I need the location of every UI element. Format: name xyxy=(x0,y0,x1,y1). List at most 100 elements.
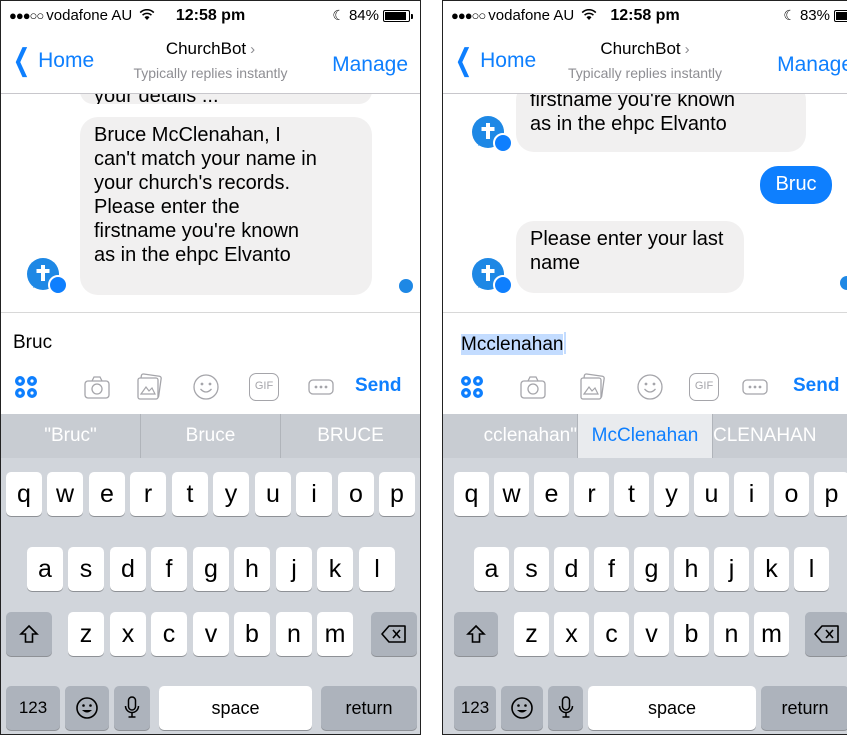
dictation-key[interactable] xyxy=(114,686,150,730)
message-input[interactable]: Bruc xyxy=(13,332,52,354)
key-w[interactable]: w xyxy=(47,472,83,516)
key-n[interactable]: n xyxy=(714,612,749,656)
key-y[interactable]: y xyxy=(213,472,249,516)
key-d[interactable]: d xyxy=(554,547,589,591)
key-i[interactable]: i xyxy=(734,472,769,516)
bot-avatar[interactable] xyxy=(472,116,513,153)
emoji-key[interactable] xyxy=(501,686,543,730)
gallery-icon[interactable] xyxy=(578,373,606,401)
more-icon[interactable] xyxy=(307,373,335,401)
key-a[interactable]: a xyxy=(474,547,509,591)
key-l[interactable]: l xyxy=(794,547,829,591)
key-d[interactable]: d xyxy=(110,547,146,591)
key-t[interactable]: t xyxy=(172,472,208,516)
prediction-item[interactable]: BRUCE xyxy=(280,414,420,458)
key-f[interactable]: f xyxy=(594,547,629,591)
return-key[interactable]: return xyxy=(761,686,847,730)
key-u[interactable]: u xyxy=(255,472,291,516)
prediction-item-selected[interactable]: McClenahan xyxy=(577,414,712,458)
key-l[interactable]: l xyxy=(359,547,395,591)
send-button[interactable]: Send xyxy=(793,375,839,397)
key-u[interactable]: u xyxy=(694,472,729,516)
message-list[interactable]: your details ... Bruce McClenahan, I can… xyxy=(1,94,420,312)
camera-icon[interactable] xyxy=(83,373,111,401)
space-key[interactable]: space xyxy=(159,686,312,730)
key-z[interactable]: z xyxy=(68,612,104,656)
key-s[interactable]: s xyxy=(514,547,549,591)
key-s[interactable]: s xyxy=(68,547,104,591)
bot-avatar[interactable] xyxy=(472,258,513,295)
key-k[interactable]: k xyxy=(317,547,353,591)
key-q[interactable]: q xyxy=(6,472,42,516)
bot-avatar[interactable] xyxy=(27,258,68,295)
prediction-item[interactable]: CLENAHAN xyxy=(712,414,847,458)
delete-key[interactable] xyxy=(371,612,417,656)
key-j[interactable]: j xyxy=(276,547,312,591)
key-i[interactable]: i xyxy=(296,472,332,516)
key-q[interactable]: q xyxy=(454,472,489,516)
key-n[interactable]: n xyxy=(276,612,312,656)
key-r[interactable]: r xyxy=(574,472,609,516)
key-p[interactable]: p xyxy=(379,472,415,516)
manage-button[interactable]: Manage xyxy=(777,53,847,77)
space-key[interactable]: space xyxy=(588,686,756,730)
message-list[interactable]: firstname you're known as in the ehpc El… xyxy=(443,94,847,312)
key-v[interactable]: v xyxy=(634,612,669,656)
key-y[interactable]: y xyxy=(654,472,689,516)
apps-icon[interactable] xyxy=(458,373,486,401)
user-message-bubble[interactable]: Bruc xyxy=(760,166,832,204)
key-m[interactable]: m xyxy=(317,612,353,656)
key-v[interactable]: v xyxy=(193,612,229,656)
key-j[interactable]: j xyxy=(714,547,749,591)
key-b[interactable]: b xyxy=(234,612,270,656)
prediction-item[interactable]: "Bruc" xyxy=(1,414,140,458)
key-x[interactable]: x xyxy=(554,612,589,656)
sticker-icon[interactable] xyxy=(636,373,664,401)
key-o[interactable]: o xyxy=(774,472,809,516)
key-k[interactable]: k xyxy=(754,547,789,591)
sticker-icon[interactable] xyxy=(192,373,220,401)
bot-message-bubble[interactable]: Bruce McClenahan, I can't match your nam… xyxy=(80,117,372,295)
gif-icon[interactable]: GIF xyxy=(689,373,719,401)
key-t[interactable]: t xyxy=(614,472,649,516)
key-a[interactable]: a xyxy=(27,547,63,591)
key-b[interactable]: b xyxy=(674,612,709,656)
numbers-key[interactable]: 123 xyxy=(454,686,496,730)
camera-icon[interactable] xyxy=(519,373,547,401)
key-r[interactable]: r xyxy=(130,472,166,516)
key-h[interactable]: h xyxy=(234,547,270,591)
gif-icon[interactable]: GIF xyxy=(249,373,279,401)
numbers-key[interactable]: 123 xyxy=(6,686,60,730)
key-m[interactable]: m xyxy=(754,612,789,656)
dictation-key[interactable] xyxy=(548,686,583,730)
message-input[interactable]: Mcclenahan xyxy=(461,332,567,356)
key-w[interactable]: w xyxy=(494,472,529,516)
bot-message-bubble[interactable]: firstname you're known as in the ehpc El… xyxy=(516,94,806,152)
bot-message-bubble[interactable]: your details ... xyxy=(80,94,372,104)
delete-key[interactable] xyxy=(805,612,847,656)
return-key[interactable]: return xyxy=(321,686,417,730)
key-e[interactable]: e xyxy=(89,472,125,516)
key-o[interactable]: o xyxy=(338,472,374,516)
send-button[interactable]: Send xyxy=(355,375,401,397)
key-x[interactable]: x xyxy=(110,612,146,656)
key-f[interactable]: f xyxy=(151,547,187,591)
key-e[interactable]: e xyxy=(534,472,569,516)
emoji-key[interactable] xyxy=(65,686,109,730)
key-c[interactable]: c xyxy=(151,612,187,656)
apps-icon[interactable] xyxy=(12,373,40,401)
gallery-icon[interactable] xyxy=(135,373,163,401)
key-g[interactable]: g xyxy=(634,547,669,591)
shift-key[interactable] xyxy=(454,612,498,656)
more-icon[interactable] xyxy=(741,373,769,401)
manage-button[interactable]: Manage xyxy=(332,53,408,77)
prediction-item[interactable]: cclenahan" xyxy=(443,414,577,458)
key-h[interactable]: h xyxy=(674,547,709,591)
key-g[interactable]: g xyxy=(193,547,229,591)
key-z[interactable]: z xyxy=(514,612,549,656)
key-c[interactable]: c xyxy=(594,612,629,656)
prediction-item[interactable]: Bruce xyxy=(140,414,280,458)
bot-message-bubble[interactable]: Please enter your last name xyxy=(516,221,744,293)
shift-key[interactable] xyxy=(6,612,52,656)
key-p[interactable]: p xyxy=(814,472,847,516)
